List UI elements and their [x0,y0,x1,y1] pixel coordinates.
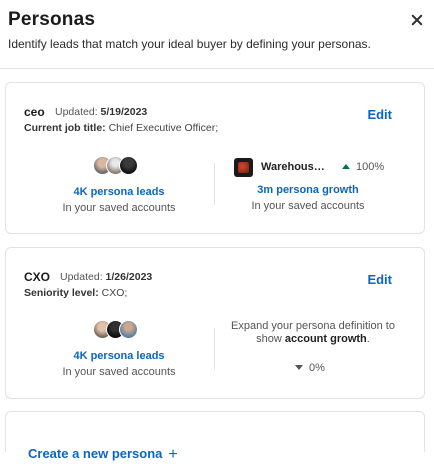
expand-hint-bold: account growth [284,333,367,345]
plus-icon: + [168,446,178,463]
persona-name: ceo [24,105,45,119]
avatar [119,156,138,175]
criteria-value: Chief Executive Officer; [108,122,219,134]
criteria-label: Current job title: [24,122,106,134]
growth-percent: 0% [309,362,325,374]
persona-leads-caption: In your saved accounts [62,202,176,214]
updated-label: Updated: [60,271,103,283]
persona-leads-caption: In your saved accounts [62,366,176,378]
avatar [119,320,138,339]
create-persona-label: Create a new persona [28,446,163,461]
persona-growth-link[interactable]: 3m persona growth [218,184,398,196]
company-name[interactable]: Warehous… [261,161,325,173]
updated-date: 1/26/2023 [105,271,153,283]
persona-criteria: Current job title: Chief Executive Offic… [24,122,218,134]
criteria-value: CXO; [101,287,128,299]
header-divider [0,68,434,69]
create-persona-button[interactable]: Create a new persona + [28,446,178,464]
growth-indicator: 100% [342,161,384,173]
modal-title: Personas [8,9,96,30]
edit-persona-button[interactable]: Edit [367,107,392,122]
growth-indicator: 0% [295,362,325,374]
caret-down-icon [295,365,303,370]
persona-card: ceo Updated: 5/19/2023 Current job title… [5,82,425,234]
updated-date: 5/19/2023 [100,106,148,118]
caret-up-icon [342,164,350,169]
expand-persona-hint: Expand your persona definition to show a… [231,320,395,345]
growth-percent: 100% [356,161,385,173]
persona-growth-caption: In your saved accounts [251,200,365,212]
persona-criteria: Seniority level: CXO; [24,287,127,299]
close-icon[interactable] [409,13,425,29]
updated-label: Updated: [55,106,98,118]
persona-name: CXO [24,270,51,284]
criteria-label: Seniority level: [24,287,99,299]
modal-subtitle: Identify leads that match your ideal buy… [8,37,371,51]
company-logo [234,158,253,177]
persona-updated: Updated: 5/19/2023 [55,106,147,118]
edit-persona-button[interactable]: Edit [367,272,392,287]
persona-updated: Updated: 1/26/2023 [60,271,152,283]
stat-divider [214,163,215,205]
lead-avatars [93,156,138,175]
persona-card: CXO Updated: 1/26/2023 Seniority level: … [5,247,425,399]
stat-divider [214,328,215,370]
persona-leads-link[interactable]: 4K persona leads [24,186,214,198]
persona-leads-link[interactable]: 4K persona leads [24,350,214,362]
lead-avatars [93,320,138,339]
modal-header: Personas Identify leads that match your … [0,0,434,70]
